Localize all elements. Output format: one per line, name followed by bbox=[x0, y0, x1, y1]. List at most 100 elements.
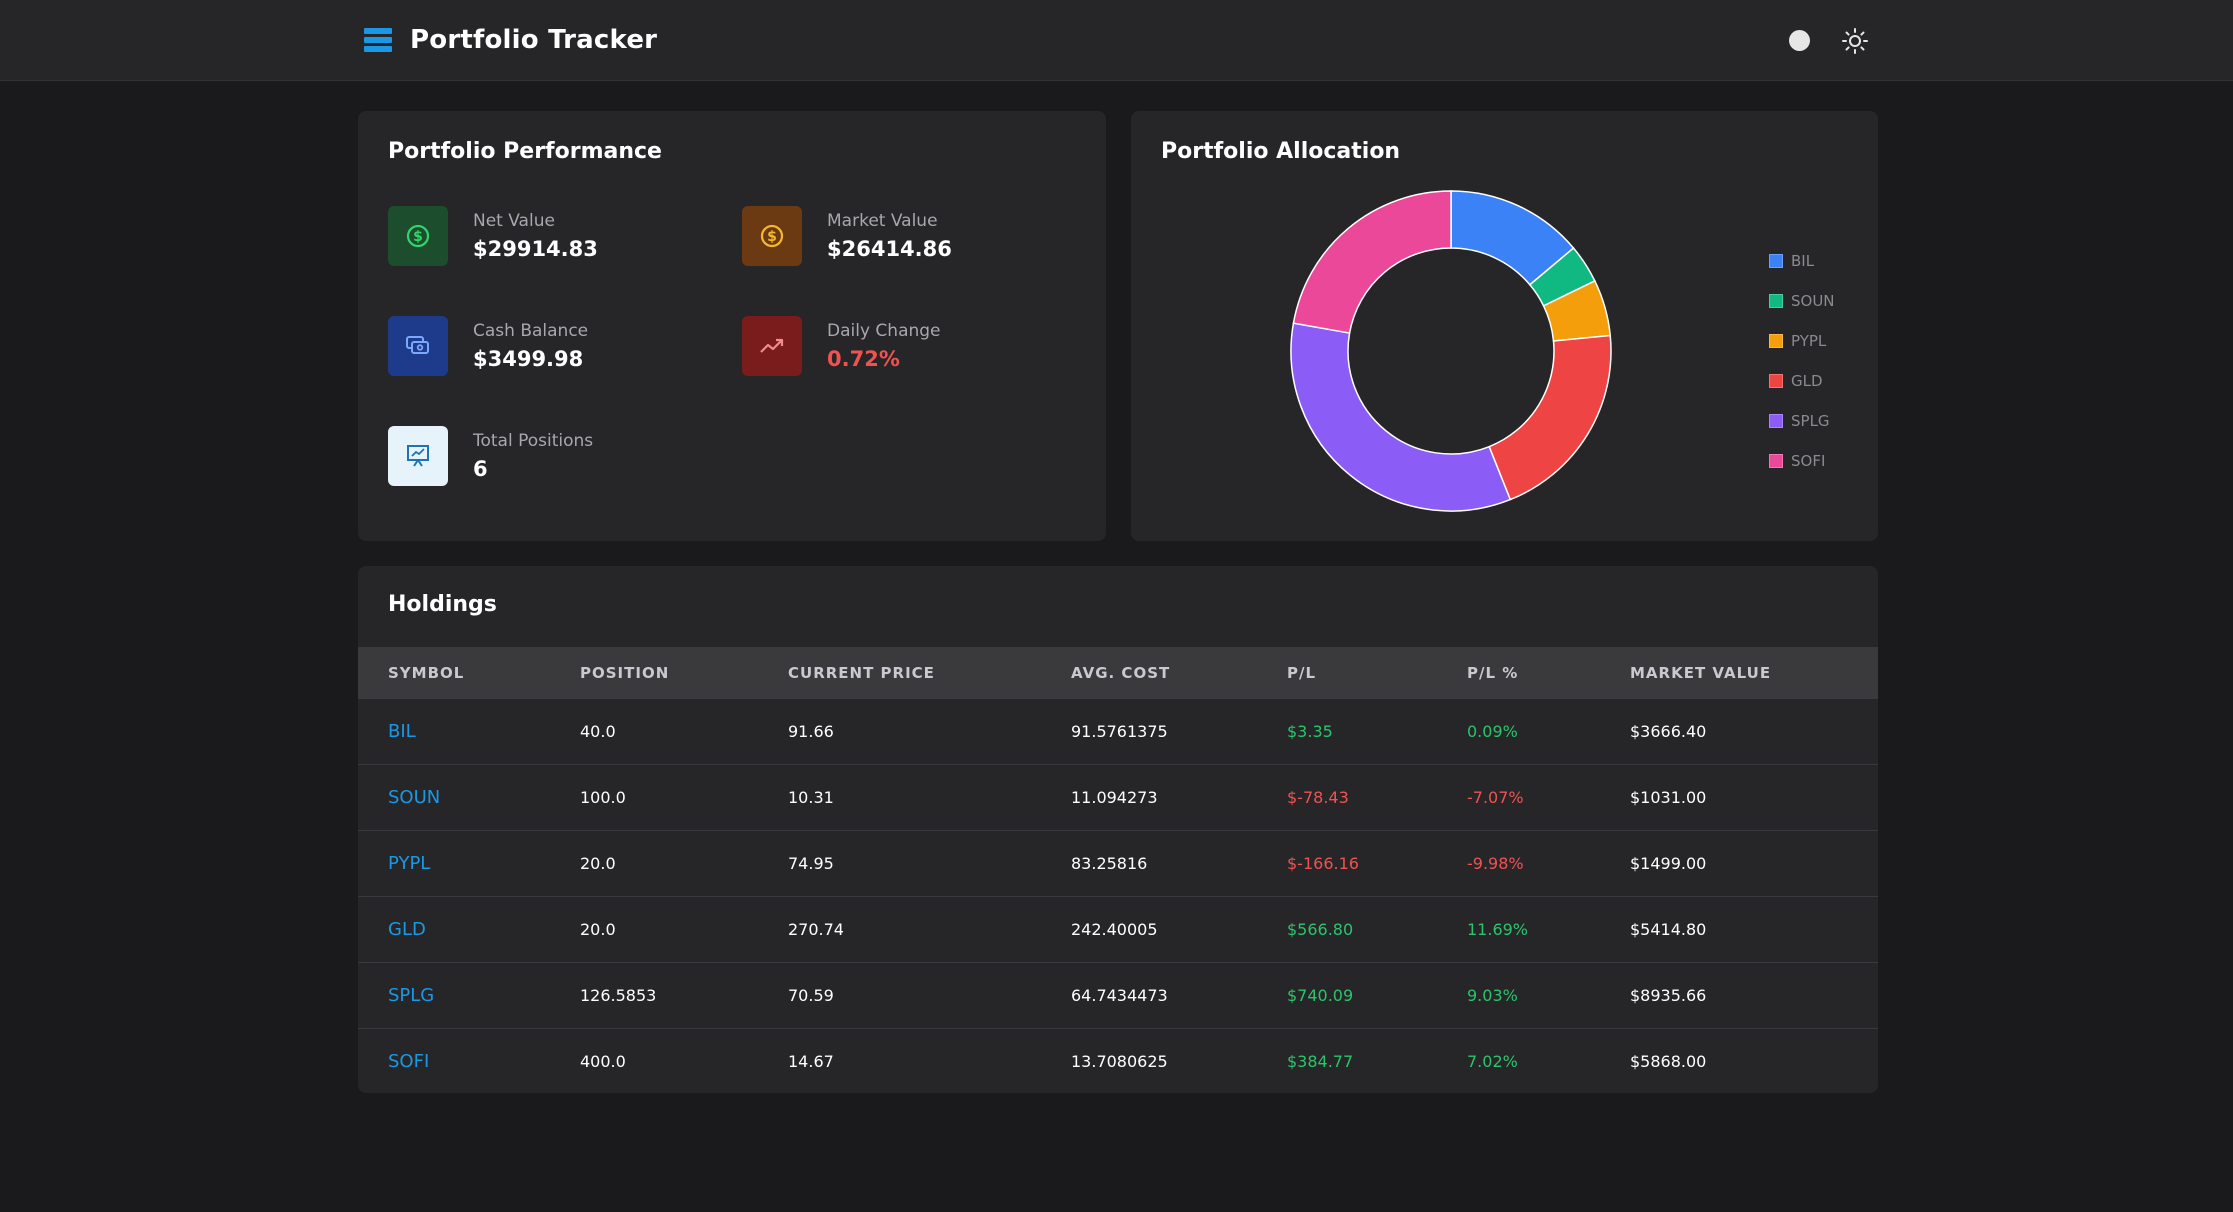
table-row[interactable]: GLD 20.0 270.74 242.40005 $566.80 11.69%… bbox=[358, 896, 1878, 963]
app-title: Portfolio Tracker bbox=[410, 25, 658, 55]
legend-item-gld[interactable]: GLD bbox=[1769, 361, 1835, 401]
legend-label: GLD bbox=[1791, 372, 1823, 390]
sun-icon[interactable] bbox=[1840, 26, 1870, 56]
market-value-cell: $5414.80 bbox=[1630, 920, 1707, 939]
brand[interactable]: Portfolio Tracker bbox=[364, 0, 657, 80]
symbol-link[interactable]: SOUN bbox=[388, 765, 440, 831]
column-header-pl[interactable]: P/L bbox=[1287, 647, 1316, 699]
price-cell: 10.31 bbox=[788, 788, 834, 807]
table-row[interactable]: BIL 40.0 91.66 91.5761375 $3.35 0.09% $3… bbox=[358, 698, 1878, 765]
legend-swatch bbox=[1769, 254, 1783, 268]
cash-balance-value: $3499.98 bbox=[473, 347, 584, 371]
legend-item-splg[interactable]: SPLG bbox=[1769, 401, 1835, 441]
table-row[interactable]: SOUN 100.0 10.31 11.094273 $-78.43 -7.07… bbox=[358, 764, 1878, 831]
trending-up-icon bbox=[742, 316, 802, 376]
svg-text:$: $ bbox=[413, 229, 423, 245]
top-bar: Portfolio Tracker bbox=[0, 0, 2233, 81]
symbol-link[interactable]: GLD bbox=[388, 897, 426, 963]
allocation-title: Portfolio Allocation bbox=[1161, 139, 1401, 164]
pl-percent-cell: 9.03% bbox=[1467, 986, 1518, 1005]
avg-cost-cell: 64.7434473 bbox=[1071, 986, 1168, 1005]
position-cell: 400.0 bbox=[580, 1052, 626, 1071]
database-icon bbox=[364, 28, 392, 52]
avg-cost-cell: 242.40005 bbox=[1071, 920, 1158, 939]
net-value-stat: $ Net Value $29914.83 bbox=[388, 206, 598, 266]
avg-cost-cell: 11.094273 bbox=[1071, 788, 1158, 807]
legend-item-sofi[interactable]: SOFI bbox=[1769, 441, 1835, 481]
pl-cell: $566.80 bbox=[1287, 920, 1354, 939]
column-header-current-price[interactable]: CURRENT PRICE bbox=[788, 647, 935, 699]
symbol-link[interactable]: BIL bbox=[388, 699, 416, 765]
dollar-icon: $ bbox=[388, 206, 448, 266]
pl-percent-cell: -9.98% bbox=[1467, 854, 1524, 873]
legend-label: SOFI bbox=[1791, 452, 1826, 470]
legend-swatch bbox=[1769, 454, 1783, 468]
donut-slice-sofi[interactable] bbox=[1292, 190, 1452, 334]
price-cell: 70.59 bbox=[788, 986, 834, 1005]
market-value-cell: $8935.66 bbox=[1630, 986, 1707, 1005]
column-header-avg-cost[interactable]: AVG. COST bbox=[1071, 647, 1170, 699]
holdings-table-header: SYMBOL POSITION CURRENT PRICE AVG. COST … bbox=[358, 647, 1878, 699]
cash-balance-label: Cash Balance bbox=[473, 321, 589, 341]
price-cell: 91.66 bbox=[788, 722, 834, 741]
avg-cost-cell: 83.25816 bbox=[1071, 854, 1148, 873]
legend-label: SOUN bbox=[1791, 292, 1835, 310]
symbol-link[interactable]: SOFI bbox=[388, 1029, 429, 1093]
legend-label: PYPL bbox=[1791, 332, 1827, 350]
donut-slice-gld[interactable] bbox=[1488, 334, 1612, 501]
pl-percent-cell: 7.02% bbox=[1467, 1052, 1518, 1071]
allocation-donut-chart[interactable] bbox=[1286, 186, 1616, 516]
symbol-link[interactable]: SPLG bbox=[388, 963, 434, 1029]
pl-cell: $740.09 bbox=[1287, 986, 1354, 1005]
net-value-label: Net Value bbox=[473, 211, 555, 231]
avg-cost-cell: 91.5761375 bbox=[1071, 722, 1168, 741]
market-value: $26414.86 bbox=[827, 237, 952, 261]
legend-swatch bbox=[1769, 334, 1783, 348]
table-row[interactable]: PYPL 20.0 74.95 83.25816 $-166.16 -9.98%… bbox=[358, 830, 1878, 897]
legend-swatch bbox=[1769, 374, 1783, 388]
total-positions-value: 6 bbox=[473, 457, 488, 481]
pl-percent-cell: 11.69% bbox=[1467, 920, 1529, 939]
position-cell: 20.0 bbox=[580, 920, 616, 939]
total-positions-label: Total Positions bbox=[473, 431, 594, 451]
pl-percent-cell: 0.09% bbox=[1467, 722, 1518, 741]
pl-cell: $384.77 bbox=[1287, 1052, 1354, 1071]
performance-title: Portfolio Performance bbox=[388, 139, 662, 164]
column-header-symbol[interactable]: SYMBOL bbox=[388, 647, 464, 699]
column-header-position[interactable]: POSITION bbox=[580, 647, 669, 699]
market-value-cell: $3666.40 bbox=[1630, 722, 1707, 741]
legend-label: BIL bbox=[1791, 252, 1815, 270]
legend-item-soun[interactable]: SOUN bbox=[1769, 281, 1835, 321]
cash-balance-stat: Cash Balance $3499.98 bbox=[388, 316, 588, 376]
price-cell: 270.74 bbox=[788, 920, 844, 939]
market-value-cell: $1499.00 bbox=[1630, 854, 1707, 873]
allocation-card: Portfolio Allocation BIL SOUN PYPL GLD S… bbox=[1131, 111, 1878, 541]
table-row[interactable]: SPLG 126.5853 70.59 64.7434473 $740.09 9… bbox=[358, 962, 1878, 1029]
cash-icon bbox=[388, 316, 448, 376]
price-cell: 14.67 bbox=[788, 1052, 834, 1071]
market-value-label: Market Value bbox=[827, 211, 938, 231]
legend-item-pypl[interactable]: PYPL bbox=[1769, 321, 1835, 361]
donut-slice-splg[interactable] bbox=[1290, 322, 1512, 512]
pl-cell: $3.35 bbox=[1287, 722, 1333, 741]
daily-change-stat: Daily Change 0.72% bbox=[742, 316, 941, 376]
position-cell: 20.0 bbox=[580, 854, 616, 873]
legend-label: SPLG bbox=[1791, 412, 1830, 430]
position-cell: 100.0 bbox=[580, 788, 626, 807]
table-row[interactable]: SOFI 400.0 14.67 13.7080625 $384.77 7.02… bbox=[358, 1028, 1878, 1093]
daily-change-label: Daily Change bbox=[827, 321, 941, 341]
symbol-link[interactable]: PYPL bbox=[388, 831, 430, 897]
holdings-card: Holdings SYMBOL POSITION CURRENT PRICE A… bbox=[358, 566, 1878, 1093]
total-positions-stat: Total Positions 6 bbox=[388, 426, 593, 486]
avg-cost-cell: 13.7080625 bbox=[1071, 1052, 1168, 1071]
column-header-pl-percent[interactable]: P/L % bbox=[1467, 647, 1518, 699]
position-cell: 126.5853 bbox=[580, 986, 657, 1005]
market-value-stat: $ Market Value $26414.86 bbox=[742, 206, 952, 266]
pl-cell: $-166.16 bbox=[1287, 854, 1359, 873]
price-cell: 74.95 bbox=[788, 854, 834, 873]
theme-toggle-button[interactable] bbox=[1789, 30, 1810, 51]
legend-item-bil[interactable]: BIL bbox=[1769, 241, 1835, 281]
column-header-market-value[interactable]: MARKET VALUE bbox=[1630, 647, 1771, 699]
position-cell: 40.0 bbox=[580, 722, 616, 741]
svg-text:$: $ bbox=[767, 229, 777, 245]
